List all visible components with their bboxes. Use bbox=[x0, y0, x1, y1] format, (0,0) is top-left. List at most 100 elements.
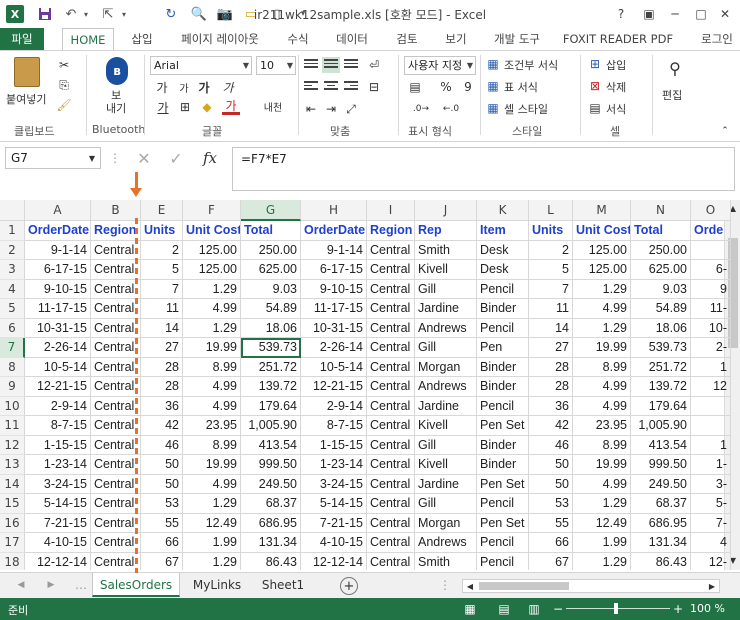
table-cell[interactable]: 14 bbox=[529, 318, 573, 338]
row-header[interactable]: 11 bbox=[0, 416, 25, 436]
table-cell[interactable]: Central bbox=[367, 416, 415, 436]
table-cell[interactable]: 125.00 bbox=[183, 260, 241, 280]
table-cell[interactable] bbox=[691, 240, 731, 260]
column-header[interactable]: I bbox=[367, 200, 415, 221]
table-cell[interactable]: 625.00 bbox=[241, 260, 301, 280]
table-cell[interactable]: 1.99 bbox=[183, 533, 241, 553]
table-cell[interactable]: Binder bbox=[477, 455, 529, 475]
table-cell[interactable]: 131.34 bbox=[631, 533, 691, 553]
table-cell[interactable]: 55 bbox=[141, 513, 183, 533]
table-cell[interactable]: Central bbox=[91, 357, 141, 377]
cell-styles-icon[interactable]: ▦ bbox=[486, 101, 500, 115]
page-break-view-icon[interactable]: ▥ bbox=[526, 601, 542, 617]
table-cell[interactable]: 8.99 bbox=[183, 435, 241, 455]
table-cell[interactable]: 11 bbox=[141, 299, 183, 319]
zoom-slider-thumb[interactable] bbox=[614, 603, 618, 614]
print-preview-icon[interactable]: 🔍 bbox=[190, 5, 208, 23]
table-cell[interactable]: 1.29 bbox=[573, 279, 631, 299]
row-header[interactable]: 15 bbox=[0, 494, 25, 514]
table-cell[interactable]: 10-31-15 bbox=[25, 318, 91, 338]
table-cell[interactable]: 4.99 bbox=[183, 299, 241, 319]
table-cell[interactable]: Kivell bbox=[415, 416, 477, 436]
table-cell[interactable]: Central bbox=[91, 396, 141, 416]
customize-qat-icon[interactable]: ▾ bbox=[296, 5, 310, 23]
zoom-slider-track[interactable] bbox=[566, 608, 670, 609]
copy-icon[interactable]: ⎘ bbox=[56, 77, 72, 93]
table-cell[interactable]: 86.43 bbox=[631, 552, 691, 570]
table-cell[interactable]: 1.29 bbox=[183, 318, 241, 338]
conditional-format-icon[interactable]: ▦ bbox=[486, 57, 500, 71]
table-cell[interactable]: Pen bbox=[477, 338, 529, 358]
table-cell[interactable]: 3- bbox=[691, 474, 731, 494]
table-cell[interactable]: 999.50 bbox=[631, 455, 691, 475]
table-cell[interactable]: 1 bbox=[691, 357, 731, 377]
tab-splitter-icon[interactable]: ⋮ bbox=[439, 577, 451, 593]
table-cell[interactable]: Pencil bbox=[477, 396, 529, 416]
table-cell[interactable]: Kivell bbox=[415, 455, 477, 475]
table-cell[interactable]: 54.89 bbox=[241, 299, 301, 319]
row-header[interactable]: 18 bbox=[0, 552, 25, 570]
table-cell[interactable]: Binder bbox=[477, 435, 529, 455]
insert-cells-button[interactable]: 삽입 bbox=[606, 57, 626, 73]
border-icon[interactable]: ⊞ bbox=[176, 99, 194, 115]
scroll-right-icon[interactable]: ▶ bbox=[706, 580, 718, 592]
table-cell[interactable]: 4.99 bbox=[573, 377, 631, 397]
table-cell[interactable]: 5 bbox=[141, 260, 183, 280]
table-cell[interactable]: Andrews bbox=[415, 318, 477, 338]
table-cell[interactable]: 6- bbox=[691, 260, 731, 280]
row-header[interactable]: 8 bbox=[0, 357, 25, 377]
table-cell[interactable]: 413.54 bbox=[241, 435, 301, 455]
undo-dropdown-icon[interactable]: ▾ bbox=[80, 5, 92, 23]
table-cell[interactable]: 999.50 bbox=[241, 455, 301, 475]
table-cell[interactable]: Kivell bbox=[415, 260, 477, 280]
tab-file[interactable]: 파일 bbox=[0, 28, 44, 50]
table-cell[interactable]: Gill bbox=[415, 279, 477, 299]
table-cell[interactable]: Central bbox=[91, 513, 141, 533]
table-cell[interactable]: 8.99 bbox=[573, 357, 631, 377]
table-cell[interactable]: 3-24-15 bbox=[25, 474, 91, 494]
table-cell[interactable]: Central bbox=[91, 318, 141, 338]
table-cell[interactable]: 10-5-14 bbox=[25, 357, 91, 377]
tab-foxit[interactable]: FOXIT READER PDF bbox=[560, 28, 676, 50]
table-cell[interactable]: 18.06 bbox=[631, 318, 691, 338]
table-cell[interactable]: Central bbox=[91, 338, 141, 358]
table-cell[interactable]: Binder bbox=[477, 299, 529, 319]
open-folder-icon[interactable]: ▭ bbox=[242, 5, 260, 23]
table-cell[interactable]: 11 bbox=[529, 299, 573, 319]
table-cell[interactable]: 9 bbox=[691, 279, 731, 299]
bluetooth-send-button[interactable]: 보 내기 bbox=[106, 89, 126, 115]
table-cell[interactable]: Central bbox=[91, 435, 141, 455]
row-header[interactable]: 2 bbox=[0, 240, 25, 260]
table-cell[interactable]: Jardine bbox=[415, 474, 477, 494]
row-header[interactable]: 9 bbox=[0, 377, 25, 397]
table-cell[interactable]: Pencil bbox=[477, 533, 529, 553]
row-header[interactable]: 3 bbox=[0, 260, 25, 280]
table-cell[interactable]: 12.49 bbox=[573, 513, 631, 533]
table-cell[interactable]: 3-24-15 bbox=[301, 474, 367, 494]
table-cell[interactable]: Central bbox=[367, 318, 415, 338]
table-cell[interactable]: 11-17-15 bbox=[301, 299, 367, 319]
table-cell[interactable]: 68.37 bbox=[631, 494, 691, 514]
table-cell[interactable]: Andrews bbox=[415, 533, 477, 553]
column-header[interactable]: B bbox=[91, 200, 141, 221]
table-cell[interactable]: Central bbox=[367, 494, 415, 514]
table-cell[interactable]: 23.95 bbox=[573, 416, 631, 436]
row-header[interactable]: 14 bbox=[0, 474, 25, 494]
align-middle-icon[interactable] bbox=[322, 57, 340, 73]
format-as-table-icon[interactable]: ▦ bbox=[486, 79, 500, 93]
table-cell[interactable]: 67 bbox=[529, 552, 573, 570]
table-cell[interactable]: Central bbox=[91, 474, 141, 494]
table-cell[interactable]: 2 bbox=[141, 240, 183, 260]
table-cell[interactable]: Gill bbox=[415, 338, 477, 358]
decrease-decimal-icon[interactable]: ←.0 bbox=[440, 101, 462, 117]
table-cell[interactable] bbox=[691, 416, 731, 436]
table-cell[interactable]: Central bbox=[91, 416, 141, 436]
header-cell[interactable]: Units bbox=[141, 221, 183, 241]
table-cell[interactable]: Central bbox=[367, 533, 415, 553]
table-cell[interactable]: Central bbox=[91, 299, 141, 319]
table-cell[interactable]: 28 bbox=[529, 357, 573, 377]
wrap-text-icon[interactable]: ⏎ bbox=[366, 57, 382, 73]
table-cell[interactable]: 1,005.90 bbox=[241, 416, 301, 436]
table-cell[interactable]: Pencil bbox=[477, 494, 529, 514]
table-cell[interactable]: Pencil bbox=[477, 318, 529, 338]
